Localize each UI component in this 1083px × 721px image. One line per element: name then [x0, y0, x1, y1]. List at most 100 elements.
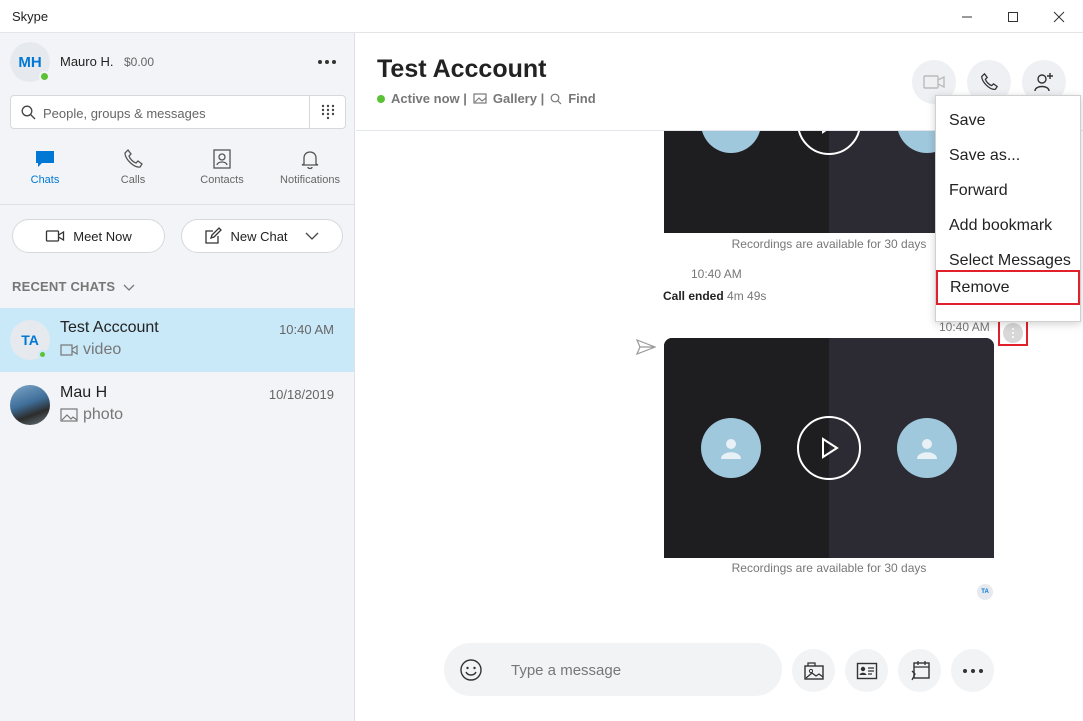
chat-preview: video [60, 341, 121, 359]
chat-name: Mau H [60, 384, 108, 401]
tab-label: Contacts [200, 174, 244, 186]
search-input[interactable] [43, 102, 303, 124]
tab-label: Calls [120, 174, 146, 186]
chat-name: Test Acccount [60, 319, 159, 336]
message-context-menu: Save Save as... Forward Add bookmark Sel… [935, 95, 1081, 322]
maximize-button[interactable] [990, 0, 1036, 33]
tab-label: Notifications [280, 174, 340, 186]
maximize-icon [1008, 11, 1018, 22]
tab-calls[interactable]: Calls [89, 148, 177, 186]
menu-item-forward[interactable]: Forward [936, 173, 1080, 208]
send-contact-button[interactable] [845, 649, 888, 692]
recent-chats-label: RECENT CHATS [12, 279, 116, 294]
play-icon [822, 437, 839, 459]
online-status-dot [377, 94, 385, 103]
more-options-button[interactable] [951, 649, 994, 692]
chevron-down-icon [305, 232, 318, 240]
icon-dot [1012, 328, 1014, 330]
recent-chats-header[interactable]: RECENT CHATS [12, 279, 135, 294]
window-title: Skype [12, 9, 49, 24]
menu-item-add-bookmark[interactable]: Add bookmark [936, 208, 1080, 243]
dialpad-icon [321, 104, 334, 120]
add-person-icon [1034, 73, 1053, 92]
play-icon [822, 131, 827, 134]
calendar-icon [910, 660, 930, 680]
close-button[interactable] [1036, 0, 1082, 33]
tab-contacts[interactable]: Contacts [178, 148, 266, 186]
more-icon-dot [970, 668, 975, 673]
meet-now-label: Meet Now [73, 228, 132, 244]
message-composer [444, 643, 782, 696]
more-icon [962, 668, 967, 673]
chevron-down-icon [123, 284, 135, 291]
profile-name: Mauro H. [60, 54, 114, 69]
divider [0, 204, 355, 205]
more-vertical-icon [1003, 323, 1023, 343]
compose-icon [205, 227, 223, 244]
search-box [10, 95, 346, 129]
close-icon [1053, 11, 1065, 22]
message-input[interactable] [511, 659, 761, 681]
chat-list-item[interactable]: Mau H 10/18/2019 photo [0, 373, 354, 437]
more-icon-dot [332, 60, 336, 64]
participant-avatar-icon [897, 418, 957, 478]
menu-item-save-as[interactable]: Save as... [936, 138, 1080, 173]
call-duration: 4m 49s [727, 289, 767, 303]
share-media-button[interactable] [792, 649, 835, 692]
call-ended-message: Call ended 4m 49s [663, 289, 766, 303]
main-nav: Chats Calls Contacts Notifications [0, 148, 355, 198]
online-status-dot [38, 350, 47, 359]
new-chat-button[interactable]: New Chat [181, 219, 343, 253]
participant-avatar-icon [701, 418, 761, 478]
tab-chats[interactable]: Chats [1, 148, 89, 186]
call-recording-video[interactable] [664, 338, 994, 558]
person-icon [917, 439, 937, 459]
online-status-dot [39, 71, 50, 82]
new-chat-label: New Chat [230, 228, 288, 244]
chat-time: 10:40 AM [279, 322, 334, 337]
person-icon [721, 439, 741, 459]
avatar [10, 385, 50, 425]
meet-now-button[interactable]: Meet Now [12, 219, 165, 253]
profile[interactable]: MH Mauro H. $0.00 [10, 42, 345, 82]
tab-label: Chats [30, 174, 60, 186]
conversation-title[interactable]: Test Acccount [377, 55, 546, 84]
find-link[interactable]: Find [568, 91, 595, 106]
tab-notifications[interactable]: Notifications [266, 148, 354, 186]
read-receipt-avatar: TA [977, 584, 993, 600]
gallery-icon [473, 93, 487, 104]
schedule-call-button[interactable] [898, 649, 941, 692]
minimize-icon [962, 16, 972, 17]
minimize-button[interactable] [944, 0, 990, 33]
message-options-button[interactable] [998, 320, 1028, 346]
more-options-button[interactable] [314, 50, 340, 74]
phone-icon [981, 72, 999, 90]
emoji-icon[interactable] [459, 658, 483, 682]
recording-note: Recordings are available for 30 days [731, 561, 927, 575]
chat-icon [36, 151, 54, 167]
dialpad-button[interactable] [309, 96, 345, 128]
more-icon-dot [978, 668, 983, 673]
chat-time: 10/18/2019 [268, 387, 334, 402]
message-time: 10:40 AM [939, 320, 990, 334]
menu-item-save[interactable]: Save [936, 103, 1080, 138]
more-icon-dot [325, 60, 329, 64]
play-button[interactable] [797, 416, 861, 480]
chat-preview-text: photo [83, 406, 124, 423]
video-camera-icon [46, 230, 65, 242]
chat-preview-text: video [83, 341, 122, 358]
video-camera-icon [923, 75, 945, 89]
window-titlebar: Skype [0, 0, 1083, 33]
gallery-link[interactable]: Gallery | [493, 91, 544, 106]
icon-dot [1012, 336, 1014, 338]
gallery-icon [803, 661, 824, 680]
menu-item-remove[interactable]: Remove [936, 270, 1080, 305]
contacts-icon [213, 149, 231, 169]
chat-list-item[interactable]: TA Test Acccount 10:40 AM video [0, 308, 354, 372]
more-icon [318, 60, 322, 64]
search-icon [21, 105, 36, 120]
conversation-meta: Active now | Gallery | Find [377, 91, 596, 106]
phone-icon [124, 149, 143, 168]
skype-credit: $0.00 [124, 55, 155, 69]
chat-preview: photo [60, 406, 123, 424]
